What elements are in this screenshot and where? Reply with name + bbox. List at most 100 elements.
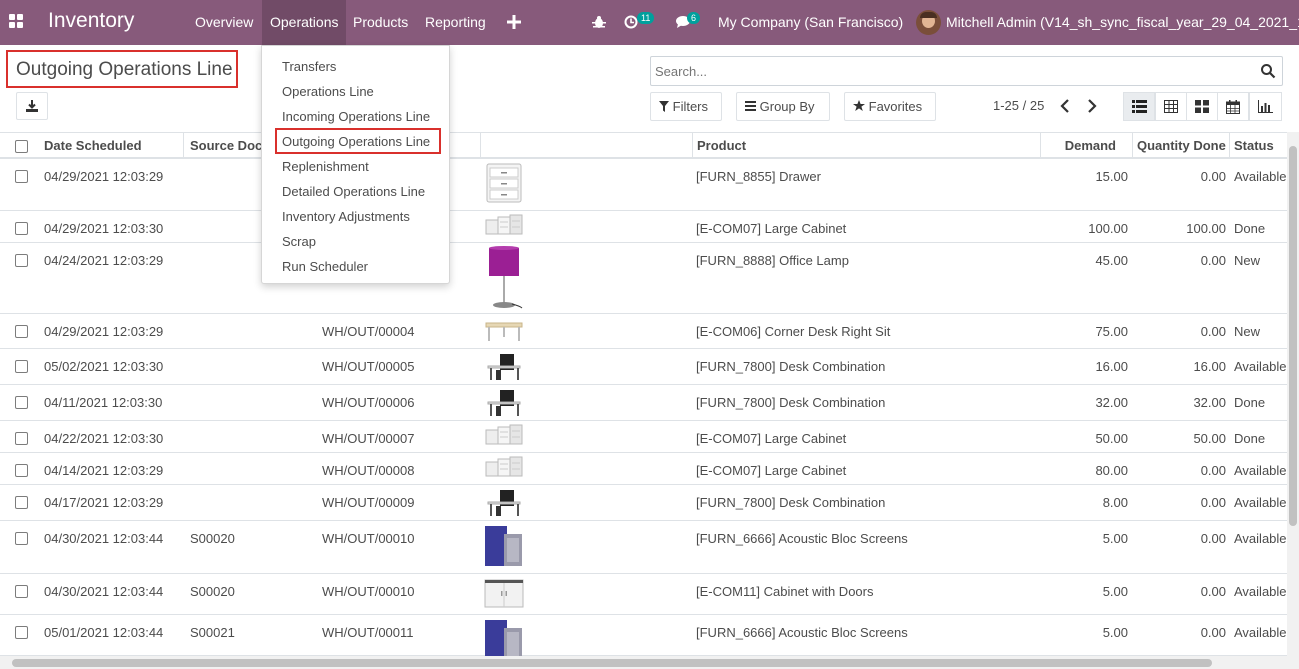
row-checkbox[interactable] [15, 170, 28, 183]
row-checkbox[interactable] [15, 626, 28, 639]
horizontal-scrollbar[interactable] [0, 656, 1299, 669]
activity-count-badge: 11 [637, 12, 655, 24]
product-cell: [E-COM07] Large Cabinet [696, 221, 847, 236]
row-checkbox[interactable] [15, 325, 28, 338]
menu-item-scrap[interactable]: Scrap [282, 234, 316, 249]
status-cell: Available [1234, 463, 1287, 478]
user-avatar[interactable] [916, 10, 941, 35]
product-image [484, 456, 524, 481]
table-row[interactable]: 04/29/2021 12:03:29 [FURN_8855] Drawer 15.… [0, 159, 1287, 211]
table-row[interactable]: 04/29/2021 12:03:29 WH/OUT/00004 [E-COM06]… [0, 314, 1287, 349]
product-cell: [E-COM11] Cabinet with Doors [696, 584, 874, 599]
export-download-button[interactable] [16, 92, 48, 120]
product-cell: [FURN_6666] Acoustic Bloc Screens [696, 625, 908, 640]
row-checkbox[interactable] [15, 432, 28, 445]
pager-next-icon[interactable] [1086, 98, 1098, 114]
plus-icon[interactable] [507, 0, 521, 45]
menu-item-outgoing-operations-line[interactable]: Outgoing Operations Line [282, 134, 430, 149]
product-image [484, 488, 524, 521]
search-input[interactable] [655, 62, 1245, 80]
bar-chart-icon [1258, 100, 1273, 113]
apps-menu-icon[interactable] [9, 14, 24, 29]
pager-previous-icon[interactable] [1059, 98, 1071, 114]
reference-cell: WH/OUT/00011 [322, 625, 414, 640]
vertical-scrollbar[interactable] [1287, 132, 1299, 656]
pager-value[interactable]: 1-25 / 25 [993, 98, 1044, 113]
product-image [484, 618, 524, 656]
row-checkbox[interactable] [15, 222, 28, 235]
search-icon[interactable] [1260, 63, 1276, 79]
favorites-button[interactable]: Favorites [844, 92, 936, 121]
table-row[interactable]: 05/01/2021 12:03:44 S00021 WH/OUT/00011 [FU… [0, 615, 1287, 656]
product-image [484, 317, 524, 346]
column-status[interactable]: Status [1234, 138, 1286, 153]
kanban-view-button[interactable] [1186, 92, 1218, 121]
column-product[interactable]: Product [697, 138, 1027, 153]
quantity-done-cell: 0.00 [1200, 625, 1226, 640]
row-checkbox[interactable] [15, 360, 28, 373]
column-source-document[interactable]: Source Document [190, 138, 264, 153]
list-view-button[interactable] [1123, 92, 1155, 121]
reference-cell: WH/OUT/00005 [322, 359, 415, 374]
table-row[interactable]: 04/17/2021 12:03:29 WH/OUT/00009 [FURN_780… [0, 485, 1287, 521]
quantity-done-cell: 32.00 [1193, 395, 1226, 410]
column-date-scheduled[interactable]: Date Scheduled [44, 138, 180, 153]
menu-item-replenishment[interactable]: Replenishment [282, 159, 369, 174]
column-demand[interactable]: Demand [1046, 138, 1116, 153]
menu-item-run-scheduler[interactable]: Run Scheduler [282, 259, 368, 274]
debug-bug-icon[interactable] [592, 0, 606, 45]
product-cell: [FURN_8888] Office Lamp [696, 253, 849, 268]
column-quantity-done[interactable]: Quantity Done [1137, 138, 1227, 153]
menu-item-detailed-operations-line[interactable]: Detailed Operations Line [282, 184, 425, 199]
graph-view-button[interactable] [1249, 92, 1282, 121]
status-cell: Available [1234, 531, 1287, 546]
row-checkbox[interactable] [15, 396, 28, 409]
menu-products[interactable]: Products [346, 0, 415, 45]
demand-cell: 15.00 [1095, 169, 1128, 184]
filters-button[interactable]: Filters [650, 92, 722, 121]
select-all-checkbox[interactable] [15, 140, 28, 153]
table-row[interactable]: 04/11/2021 12:03:30 WH/OUT/00006 [FURN_780… [0, 385, 1287, 421]
quantity-done-cell: 100.00 [1186, 221, 1226, 236]
table-row[interactable]: 04/22/2021 12:03:30 WH/OUT/00007 [E-COM07]… [0, 421, 1287, 453]
date-scheduled-cell: 04/11/2021 12:03:30 [44, 395, 163, 410]
product-cell: [E-COM07] Large Cabinet [696, 463, 847, 478]
table-row[interactable]: 04/30/2021 12:03:44 S00020 WH/OUT/00010 [E-… [0, 574, 1287, 615]
group-by-label: Group By [759, 99, 815, 114]
row-checkbox[interactable] [15, 254, 28, 267]
user-menu[interactable]: Mitchell Admin (V14_sh_sync_fiscal_year_… [946, 0, 1299, 45]
row-checkbox[interactable] [15, 585, 28, 598]
table-row[interactable]: 04/24/2021 12:03:29 [FURN_8888] Office La… [0, 243, 1287, 314]
menu-item-incoming-operations-line[interactable]: Incoming Operations Line [282, 109, 430, 124]
group-by-button[interactable]: Group By [736, 92, 830, 121]
reference-cell: WH/OUT/00004 [322, 324, 415, 339]
menu-overview[interactable]: Overview [188, 0, 260, 45]
table-row[interactable]: 04/29/2021 12:03:30 [E-COM07] Large Cabin… [0, 211, 1287, 243]
status-cell: Available [1234, 359, 1287, 374]
quantity-done-cell: 16.00 [1193, 359, 1226, 374]
menu-reporting[interactable]: Reporting [418, 0, 493, 45]
menu-item-operations-line[interactable]: Operations Line [282, 84, 374, 99]
demand-cell: 8.00 [1102, 495, 1128, 510]
table-grid-icon [1164, 100, 1178, 113]
demand-cell: 100.00 [1088, 221, 1128, 236]
table-row[interactable]: 05/02/2021 12:03:30 WH/OUT/00005 [FURN_780… [0, 349, 1287, 385]
row-checkbox[interactable] [15, 464, 28, 477]
menu-operations[interactable]: Operations [262, 0, 347, 45]
menu-item-inventory-adjustments[interactable]: Inventory Adjustments [282, 209, 410, 224]
row-checkbox[interactable] [15, 532, 28, 545]
pivot-view-button[interactable] [1155, 92, 1187, 121]
activity-clock-icon[interactable] [624, 0, 638, 45]
row-checkbox[interactable] [15, 496, 28, 509]
product-image [484, 214, 524, 239]
table-row[interactable]: 04/30/2021 12:03:44 S00020 WH/OUT/00010 [FU… [0, 521, 1287, 574]
search-box [650, 56, 1283, 86]
menu-item-transfers[interactable]: Transfers [282, 59, 336, 74]
reference-cell: WH/OUT/00010 [322, 531, 415, 546]
source-document-cell: S00020 [190, 531, 235, 546]
messages-count-badge: 6 [687, 12, 701, 24]
product-cell: [FURN_7800] Desk Combination [696, 395, 886, 410]
company-switcher[interactable]: My Company (San Francisco) [718, 0, 903, 45]
table-row[interactable]: 04/14/2021 12:03:29 WH/OUT/00008 [E-COM07]… [0, 453, 1287, 485]
calendar-view-button[interactable] [1217, 92, 1249, 121]
